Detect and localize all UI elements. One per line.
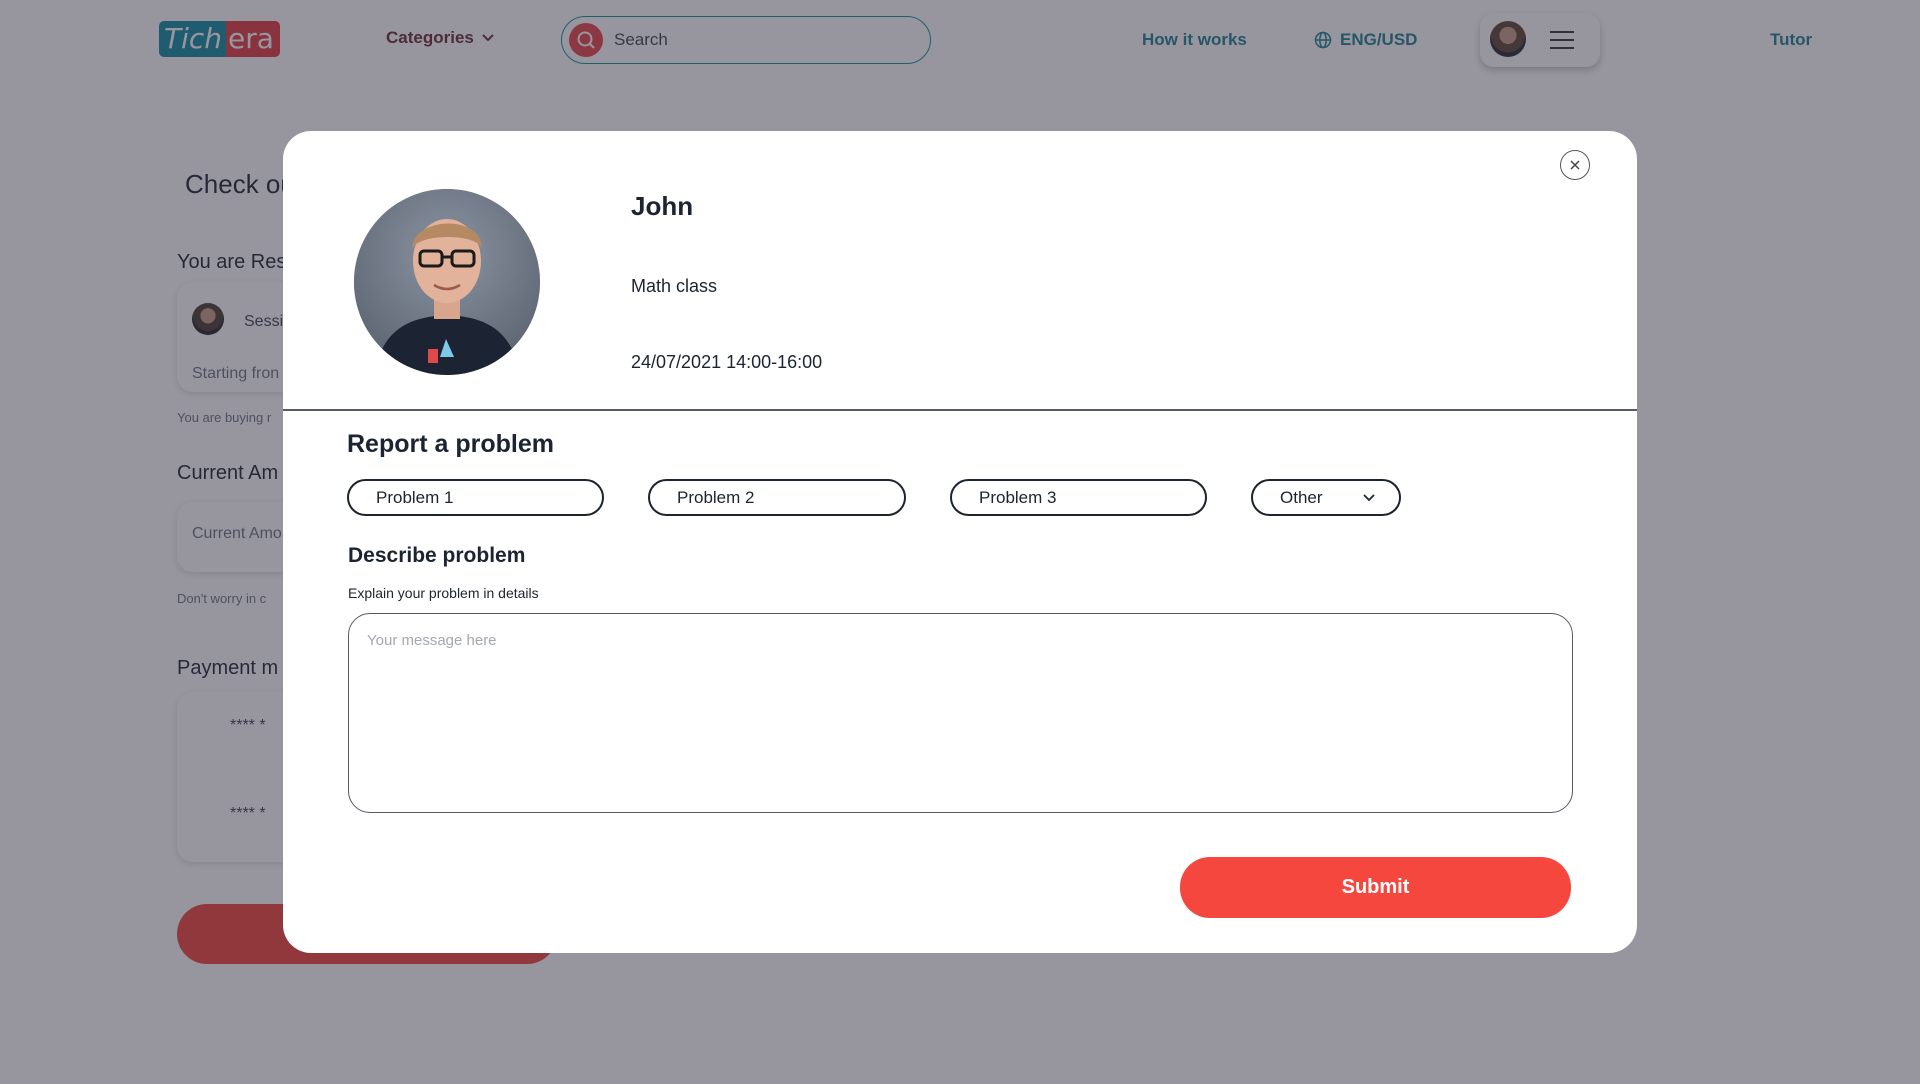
problem-option-3[interactable]: Problem 3 xyxy=(950,479,1207,516)
chevron-down-icon xyxy=(1363,493,1375,501)
describe-problem-subtitle: Explain your problem in details xyxy=(348,585,539,601)
report-problem-title: Report a problem xyxy=(347,430,554,458)
tutor-photo xyxy=(354,189,540,375)
other-option-label: Other xyxy=(1280,487,1323,507)
report-problem-modal: John Math class 24/07/2021 14:00-16:00 R… xyxy=(283,131,1637,953)
close-icon xyxy=(1570,160,1580,170)
class-name: Math class xyxy=(631,276,718,296)
problem-message-input[interactable] xyxy=(348,613,1573,813)
problem-option-1[interactable]: Problem 1 xyxy=(347,479,604,516)
submit-button[interactable]: Submit xyxy=(1180,857,1571,918)
problem-option-2[interactable]: Problem 2 xyxy=(648,479,906,516)
close-modal-button[interactable] xyxy=(1560,150,1590,180)
modal-divider xyxy=(283,409,1637,411)
tutor-name: John xyxy=(631,191,694,221)
describe-problem-title: Describe problem xyxy=(348,544,526,567)
session-datetime: 24/07/2021 14:00-16:00 xyxy=(631,352,823,372)
other-problem-dropdown[interactable]: Other xyxy=(1251,479,1401,516)
